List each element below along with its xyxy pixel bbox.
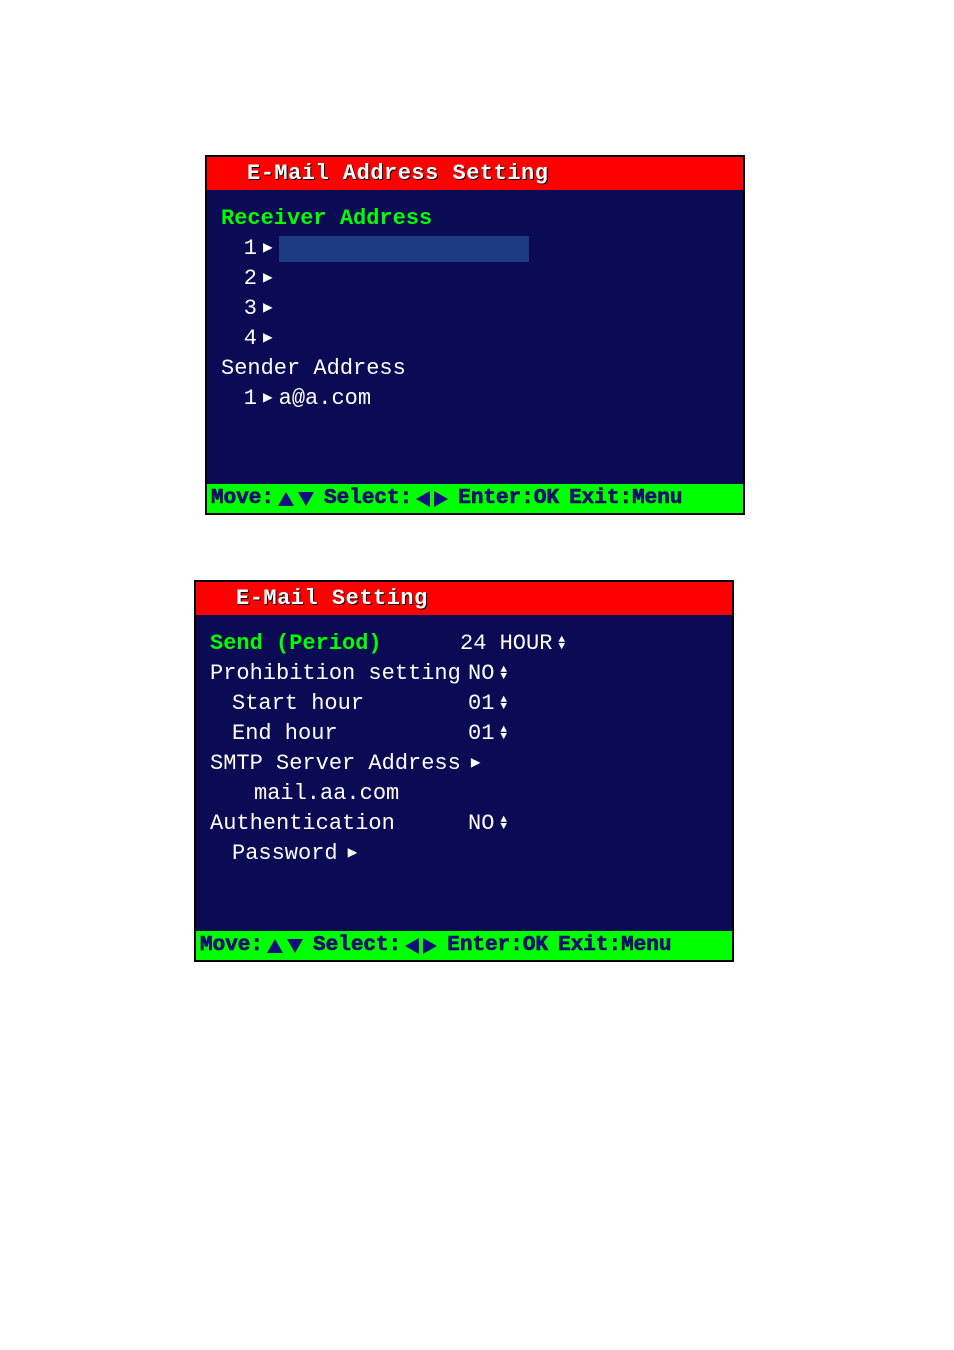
send-period-label: Send (Period) [210,629,460,659]
hint-exit: Exit:Menu [563,487,682,510]
up-arrow-icon [267,939,283,953]
pointer-icon [257,388,279,410]
email-address-setting-panel: E-Mail Address Setting Receiver Address … [205,155,745,515]
hint-select: Select: [318,487,412,510]
send-period-value[interactable]: 24 HOUR [460,629,552,659]
receiver-2-value[interactable] [279,266,529,292]
receiver-row-2[interactable]: 2 [221,264,735,294]
row-number: 1 [221,234,257,264]
start-hour-label: Start hour [210,689,468,719]
right-arrow-icon [423,938,437,954]
panel-title: E-Mail Setting [196,582,732,615]
up-arrow-icon [278,492,294,506]
smtp-value: mail.aa.com [210,779,399,809]
email-setting-panel: E-Mail Setting Send (Period) 24 HOUR Pro… [194,580,734,962]
hint-exit: Exit:Menu [552,934,671,957]
right-arrow-icon [434,491,448,507]
end-hour-label: End hour [210,719,468,749]
pointer-icon [338,843,364,865]
auth-value[interactable]: NO [468,809,494,839]
receiver-row-3[interactable]: 3 [221,294,735,324]
row-number: 2 [221,264,257,294]
end-hour-value[interactable]: 01 [468,719,494,749]
hint-bar: Move: Select: Enter:OK Exit:Menu [196,931,732,960]
receiver-1-value[interactable] [279,236,529,262]
spinner-icon[interactable] [494,727,507,741]
auth-label: Authentication [210,809,468,839]
smtp-row[interactable]: SMTP Server Address [210,749,724,779]
spinner-icon[interactable] [552,637,565,651]
smtp-label: SMTP Server Address [210,749,461,779]
spinner-icon[interactable] [494,697,507,711]
hint-move: Move: [200,934,263,957]
password-row[interactable]: Password [210,839,724,869]
sender-row-1[interactable]: 1 a@a.com [221,383,735,413]
start-hour-value[interactable]: 01 [468,689,494,719]
left-arrow-icon [405,938,419,954]
receiver-4-value[interactable] [279,326,529,352]
pointer-icon [257,298,279,320]
pointer-icon [257,238,279,260]
spinner-icon[interactable] [494,667,507,681]
smtp-value-row: mail.aa.com [210,779,724,809]
pointer-icon [257,328,279,350]
pointer-icon [257,268,279,290]
receiver-row-4[interactable]: 4 [221,324,735,354]
down-arrow-icon [298,492,314,506]
sender-1-value[interactable]: a@a.com [279,384,371,414]
panel-title: E-Mail Address Setting [207,157,743,190]
left-arrow-icon [416,491,430,507]
spinner-icon[interactable] [494,817,507,831]
prohibition-row[interactable]: Prohibition setting NO [210,659,724,689]
down-arrow-icon [287,939,303,953]
row-number: 4 [221,324,257,354]
hint-select: Select: [307,934,401,957]
row-number: 1 [221,384,257,414]
sender-address-label: Sender Address [221,354,735,384]
panel-body: Send (Period) 24 HOUR Prohibition settin… [196,615,732,869]
prohibition-value[interactable]: NO [468,659,494,689]
hint-bar: Move: Select: Enter:OK Exit:Menu [207,484,743,513]
receiver-row-1[interactable]: 1 [221,234,735,264]
auth-row[interactable]: Authentication NO [210,809,724,839]
panel-body: Receiver Address 1 2 3 4 Sender Address … [207,190,743,413]
hint-move: Move: [211,487,274,510]
pointer-icon [461,753,487,775]
row-number: 3 [221,294,257,324]
password-label: Password [210,839,338,869]
hint-enter: Enter:OK [441,934,548,957]
end-hour-row[interactable]: End hour 01 [210,719,724,749]
prohibition-label: Prohibition setting [210,659,468,689]
receiver-3-value[interactable] [279,296,529,322]
hint-enter: Enter:OK [452,487,559,510]
receiver-address-label: Receiver Address [221,204,735,234]
send-period-row[interactable]: Send (Period) 24 HOUR [210,629,724,659]
start-hour-row[interactable]: Start hour 01 [210,689,724,719]
